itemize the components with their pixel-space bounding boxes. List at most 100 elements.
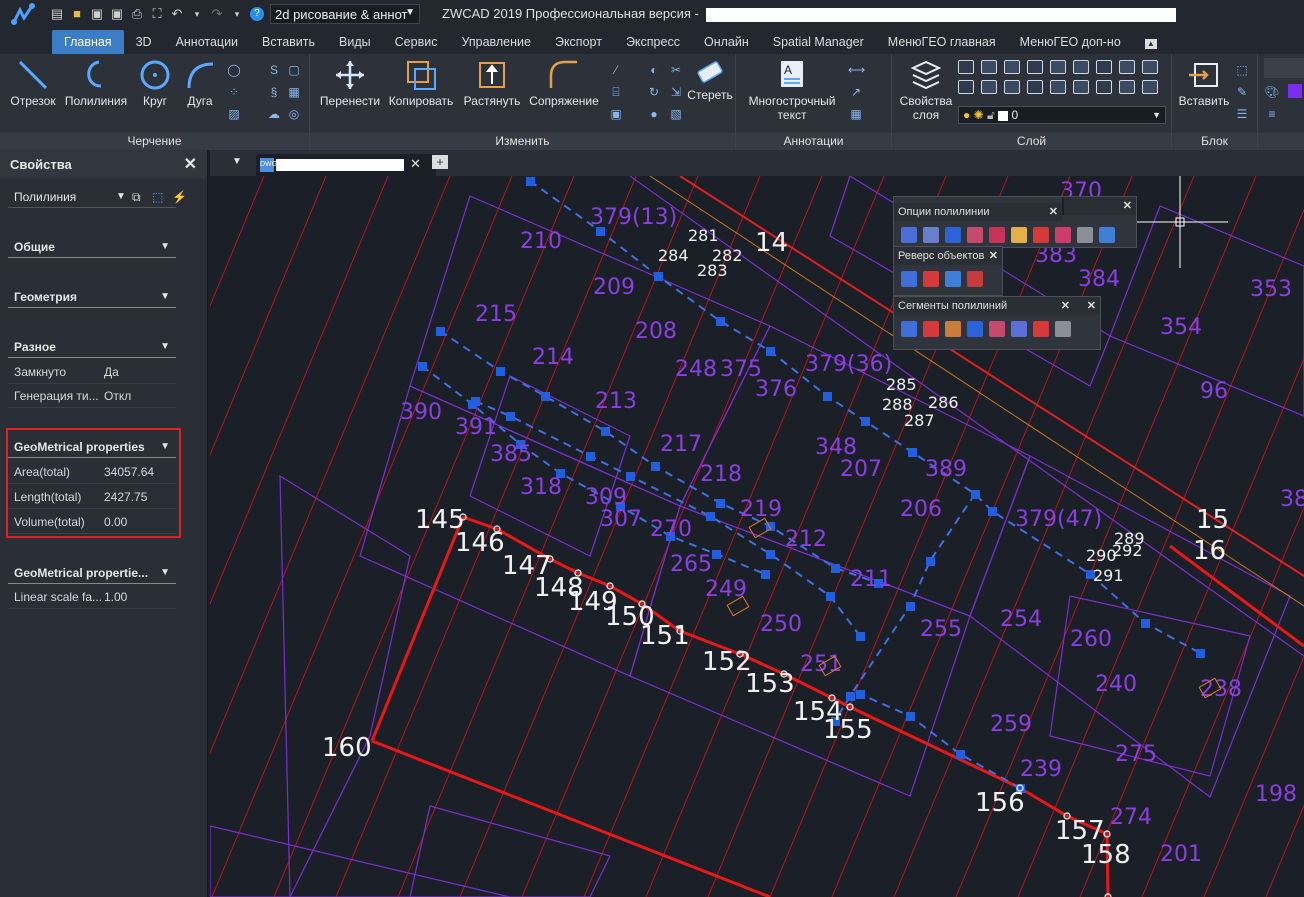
dimension-icon[interactable]: ⟷ (848, 62, 865, 78)
new-tab-icon[interactable]: + (432, 155, 448, 169)
revcloud-icon[interactable]: § (266, 84, 282, 100)
redo-dropdown-icon[interactable]: ▾ (230, 7, 244, 21)
document-tab[interactable]: DWG ✕ (256, 154, 436, 176)
tab-12[interactable]: МенюГЕО доп-но (1008, 30, 1133, 54)
boundary-icon[interactable]: ▦ (286, 84, 302, 100)
section-geometrical-2[interactable]: GeoMetrical propertie... ▼ (8, 562, 176, 584)
print-icon[interactable]: ⎙ (130, 7, 144, 21)
trim-icon[interactable]: ⁄ (608, 62, 624, 78)
layer-tool-icon[interactable] (981, 80, 997, 94)
layer-tool-icon[interactable] (1119, 60, 1135, 74)
layer-tool-icon[interactable] (1096, 80, 1112, 94)
layer-tool-icon[interactable] (1027, 80, 1043, 94)
prop-row-closed[interactable]: Замкнуто Да (8, 360, 176, 384)
tab-4[interactable]: Виды (327, 30, 383, 54)
toolbar-tool-icon[interactable] (967, 227, 983, 243)
toolbar-tool-icon[interactable] (1077, 227, 1093, 243)
prop-row-volume[interactable]: Volume(total) 0.00 (8, 510, 176, 534)
section-misc[interactable]: Разное ▼ (8, 336, 176, 358)
app-logo-icon[interactable] (0, 0, 50, 28)
toolbar-tool-icon[interactable] (945, 227, 961, 243)
color-control[interactable] (1264, 58, 1304, 78)
quick-select-icon[interactable]: ⚡ (172, 186, 187, 208)
close-icon[interactable]: ✕ (989, 247, 998, 265)
tab-2[interactable]: Аннотации (164, 30, 250, 54)
tab-9[interactable]: Онлайн (692, 30, 761, 54)
tab-8[interactable]: Экспресс (614, 30, 692, 54)
close-icon[interactable]: ✕ (410, 156, 421, 172)
break-icon[interactable]: ✂ (668, 62, 684, 78)
scale-icon[interactable]: ⇲ (668, 84, 684, 100)
toolbar-tool-icon[interactable] (1099, 227, 1115, 243)
undo-dropdown-icon[interactable]: ▾ (190, 7, 204, 21)
mirror-icon[interactable]: ⌸ (608, 84, 624, 100)
layer-tool-icon[interactable] (1050, 80, 1066, 94)
help-icon[interactable]: ? (250, 7, 264, 21)
layer-tool-icon[interactable] (1142, 80, 1158, 94)
tab-3[interactable]: Вставить (250, 30, 327, 54)
toolbar-tool-icon[interactable] (923, 271, 939, 287)
toolbar-tool-icon[interactable] (901, 227, 917, 243)
color-swatch[interactable] (1288, 84, 1302, 98)
prop-row-length[interactable]: Length(total) 2427.75 (8, 485, 176, 509)
close-icon[interactable]: ✕ (1123, 197, 1132, 215)
toolbar-tool-icon[interactable] (1055, 227, 1071, 243)
tab-list-chevron-icon[interactable]: ▼ (232, 156, 242, 167)
select-objects-icon[interactable]: ⬚ (152, 186, 163, 208)
layer-tool-icon[interactable] (981, 60, 997, 74)
polyline-button[interactable]: Полилиния (62, 58, 130, 108)
open-folder-icon[interactable]: ■ (70, 7, 84, 21)
layer-select[interactable]: ● ✺ 🔓︎ 0 ▼ (958, 106, 1166, 124)
spline-icon[interactable]: S (266, 62, 282, 78)
toolbar-tool-icon[interactable] (1033, 321, 1049, 337)
close-icon[interactable]: ✕ (1049, 203, 1058, 221)
section-geometrical[interactable]: GeoMetrical properties ▼ (8, 436, 176, 458)
section-general[interactable]: Общие ▼ (8, 236, 176, 258)
layer-tool-icon[interactable] (1119, 80, 1135, 94)
toolbar-tool-icon[interactable] (1055, 321, 1071, 337)
layer-tool-icon[interactable] (1004, 60, 1020, 74)
stretch-button[interactable]: Растянуть (460, 58, 524, 108)
cad-drawing[interactable]: 1451461471481491501511521531541551561571… (210, 176, 1304, 897)
move-button[interactable]: Перенести (318, 58, 382, 108)
toolbar-tool-icon[interactable] (1011, 321, 1027, 337)
circle-button[interactable]: Круг (134, 58, 176, 108)
toolbar-tool-icon[interactable] (923, 321, 939, 337)
prop-row-ltgen[interactable]: Генерация ти... Откл (8, 384, 176, 408)
layer-tool-icon[interactable] (1142, 60, 1158, 74)
drawing-canvas[interactable]: 145 146 147 148 149 150 151 152 153 154 155 156 157 1… (210, 176, 1304, 897)
toolbar-tool-icon[interactable] (967, 321, 983, 337)
arc-button[interactable]: Дуга (180, 58, 220, 108)
tab-1[interactable]: 3D (124, 30, 164, 54)
section-geometry[interactable]: Геометрия ▼ (8, 286, 176, 308)
table-icon[interactable]: ▦ (848, 106, 864, 122)
explode-icon[interactable]: ● (646, 106, 662, 122)
zoom-extents-icon[interactable]: ⛶ (150, 7, 164, 21)
mtext-button[interactable]: A Многострочный текст (742, 58, 842, 122)
layer-properties-button[interactable]: Свойства слоя (896, 58, 956, 122)
fillet-button[interactable]: Сопряжение (526, 58, 602, 108)
palette-icon[interactable]: 🎨︎ (1264, 84, 1280, 100)
edit-block-icon[interactable]: ✎ (1234, 84, 1250, 100)
layer-tool-icon[interactable] (958, 80, 974, 94)
toolbar-tool-icon[interactable] (945, 271, 961, 287)
ribbon-collapse-icon[interactable]: ▲ (1133, 30, 1169, 54)
leader-icon[interactable]: ↗ (848, 84, 864, 100)
ellipse-icon[interactable]: ◯ (226, 62, 242, 78)
layer-tool-icon[interactable] (1073, 80, 1089, 94)
toolbar-tool-icon[interactable] (1011, 227, 1027, 243)
attribute-icon[interactable]: ☰ (1234, 106, 1250, 122)
toolbar-tool-icon[interactable] (967, 271, 983, 287)
donut-icon[interactable]: ◎ (286, 106, 302, 122)
point-icon[interactable]: ⁘ (226, 84, 242, 100)
tab-10[interactable]: Spatial Manager (761, 30, 876, 54)
tab-7[interactable]: Экспорт (543, 30, 614, 54)
layer-tool-icon[interactable] (1050, 60, 1066, 74)
toolbar-tool-icon[interactable] (901, 271, 917, 287)
layer-tool-icon[interactable] (1096, 60, 1112, 74)
toolbar-tool-icon[interactable] (945, 321, 961, 337)
toggle-pickadd-icon[interactable]: ⧉ (132, 186, 141, 208)
prop-row-scale[interactable]: Linear scale fa... 1.00 (8, 585, 176, 609)
join-icon[interactable]: ▧ (668, 106, 684, 122)
layer-tool-icon[interactable] (1073, 60, 1089, 74)
